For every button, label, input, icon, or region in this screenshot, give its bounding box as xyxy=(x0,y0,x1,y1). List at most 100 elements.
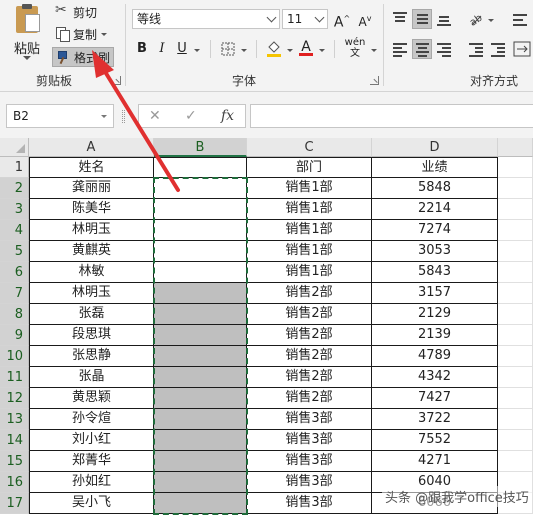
paste-button[interactable]: 粘贴 xyxy=(8,4,46,64)
shrink-font-button[interactable]: Av xyxy=(355,9,375,29)
cell-c17[interactable]: 销售3部 xyxy=(247,493,372,514)
cell-c15[interactable]: 销售3部 xyxy=(247,451,372,472)
cell-c14[interactable]: 销售3部 xyxy=(247,430,372,451)
row-header-6[interactable]: 6 xyxy=(0,262,29,283)
column-header-c[interactable]: C xyxy=(247,138,372,157)
top-align-button[interactable] xyxy=(390,9,410,29)
cell-d4[interactable]: 7274 xyxy=(372,220,498,241)
cell-b14[interactable] xyxy=(154,430,247,451)
cell-e4[interactable] xyxy=(498,220,533,241)
cell-b2[interactable] xyxy=(154,178,247,199)
align-right-button[interactable] xyxy=(434,39,454,59)
font-name-select[interactable]: 等线 xyxy=(132,9,280,29)
decrease-indent-button[interactable] xyxy=(466,39,486,59)
enter-icon[interactable]: ✓ xyxy=(185,108,197,124)
cell-a2[interactable]: 龚丽丽 xyxy=(29,178,154,199)
cell-e1[interactable] xyxy=(498,157,533,178)
bold-button[interactable]: B xyxy=(132,39,152,59)
cell-c10[interactable]: 销售2部 xyxy=(247,346,372,367)
cell-b5[interactable] xyxy=(154,241,247,262)
cell-a12[interactable]: 黄思颖 xyxy=(29,388,154,409)
phonetic-dropdown-icon[interactable] xyxy=(371,49,377,52)
select-all-button[interactable] xyxy=(0,138,29,157)
orientation-button[interactable]: ab xyxy=(466,9,486,29)
cell-d3[interactable]: 2214 xyxy=(372,199,498,220)
cut-button[interactable]: 剪切 xyxy=(52,2,100,22)
cell-e11[interactable] xyxy=(498,367,533,388)
cell-c9[interactable]: 销售2部 xyxy=(247,325,372,346)
cell-c12[interactable]: 销售2部 xyxy=(247,388,372,409)
cell-d12[interactable]: 7427 xyxy=(372,388,498,409)
row-header-16[interactable]: 16 xyxy=(0,472,29,493)
cell-e10[interactable] xyxy=(498,346,533,367)
font-launcher-icon[interactable] xyxy=(370,76,379,85)
cell-e13[interactable] xyxy=(498,409,533,430)
row-header-2[interactable]: 2 xyxy=(0,178,29,199)
clipboard-launcher-icon[interactable] xyxy=(112,76,121,85)
borders-dropdown-icon[interactable] xyxy=(241,49,247,52)
cell-a4[interactable]: 林明玉 xyxy=(29,220,154,241)
worksheet-grid[interactable]: A B C D 1 姓名 部门 业绩 2 龚丽丽 销售1部 5848 3 陈美华 销售1部 2214 4 林明玉销… xyxy=(0,138,533,519)
cell-d8[interactable]: 2129 xyxy=(372,304,498,325)
underline-button[interactable]: U xyxy=(172,39,192,59)
cell-b15[interactable] xyxy=(154,451,247,472)
cell-a9[interactable]: 段思琪 xyxy=(29,325,154,346)
cell-d2[interactable]: 5848 xyxy=(372,178,498,199)
cell-e15[interactable] xyxy=(498,451,533,472)
column-header-d[interactable]: D xyxy=(372,138,498,157)
cell-a15[interactable]: 郑菁华 xyxy=(29,451,154,472)
row-header-5[interactable]: 5 xyxy=(0,241,29,262)
align-center-button[interactable] xyxy=(412,39,432,59)
cell-a10[interactable]: 张思静 xyxy=(29,346,154,367)
cell-b3[interactable] xyxy=(154,199,247,220)
cell-a14[interactable]: 刘小红 xyxy=(29,430,154,451)
cancel-icon[interactable]: ✕ xyxy=(149,108,161,124)
cell-b17[interactable] xyxy=(154,493,247,514)
orientation-dropdown-icon[interactable] xyxy=(488,19,494,22)
underline-dropdown-icon[interactable] xyxy=(194,49,200,52)
row-header-3[interactable]: 3 xyxy=(0,199,29,220)
cell-b6[interactable] xyxy=(154,262,247,283)
cell-a17[interactable]: 吴小飞 xyxy=(29,493,154,514)
row-header-12[interactable]: 12 xyxy=(0,388,29,409)
row-header-7[interactable]: 7 xyxy=(0,283,29,304)
cell-c3[interactable]: 销售1部 xyxy=(247,199,372,220)
wrap-text-button[interactable] xyxy=(510,9,530,29)
increase-indent-button[interactable] xyxy=(488,39,508,59)
borders-button[interactable] xyxy=(218,39,238,59)
column-header-e[interactable] xyxy=(498,138,533,157)
cell-c11[interactable]: 销售2部 xyxy=(247,367,372,388)
cell-d9[interactable]: 2139 xyxy=(372,325,498,346)
row-header-10[interactable]: 10 xyxy=(0,346,29,367)
cell-e14[interactable] xyxy=(498,430,533,451)
bottom-align-button[interactable] xyxy=(434,9,454,29)
row-header-17[interactable]: 17 xyxy=(0,493,29,514)
font-color-button[interactable]: A xyxy=(296,37,316,57)
cell-e12[interactable] xyxy=(498,388,533,409)
row-header-13[interactable]: 13 xyxy=(0,409,29,430)
cell-b4[interactable] xyxy=(154,220,247,241)
name-box[interactable]: B2 xyxy=(6,104,114,128)
cell-e8[interactable] xyxy=(498,304,533,325)
column-header-b[interactable]: B xyxy=(154,138,247,157)
formula-input[interactable] xyxy=(250,104,533,128)
cell-b8[interactable] xyxy=(154,304,247,325)
cell-c16[interactable]: 销售3部 xyxy=(247,472,372,493)
row-header-1[interactable]: 1 xyxy=(0,157,29,178)
cell-a1[interactable]: 姓名 xyxy=(29,157,154,178)
cell-e9[interactable] xyxy=(498,325,533,346)
row-header-4[interactable]: 4 xyxy=(0,220,29,241)
splitter-handle[interactable] xyxy=(122,110,125,123)
cell-d1[interactable]: 业绩 xyxy=(372,157,498,178)
cell-e2[interactable] xyxy=(498,178,533,199)
cell-b13[interactable] xyxy=(154,409,247,430)
cell-d5[interactable]: 3053 xyxy=(372,241,498,262)
middle-align-button[interactable] xyxy=(412,9,432,29)
cell-e6[interactable] xyxy=(498,262,533,283)
cell-d15[interactable]: 4271 xyxy=(372,451,498,472)
cell-a5[interactable]: 黄麒英 xyxy=(29,241,154,262)
cell-b1[interactable] xyxy=(154,157,247,178)
row-header-14[interactable]: 14 xyxy=(0,430,29,451)
insert-function-icon[interactable]: fx xyxy=(221,108,234,124)
cell-b10[interactable] xyxy=(154,346,247,367)
